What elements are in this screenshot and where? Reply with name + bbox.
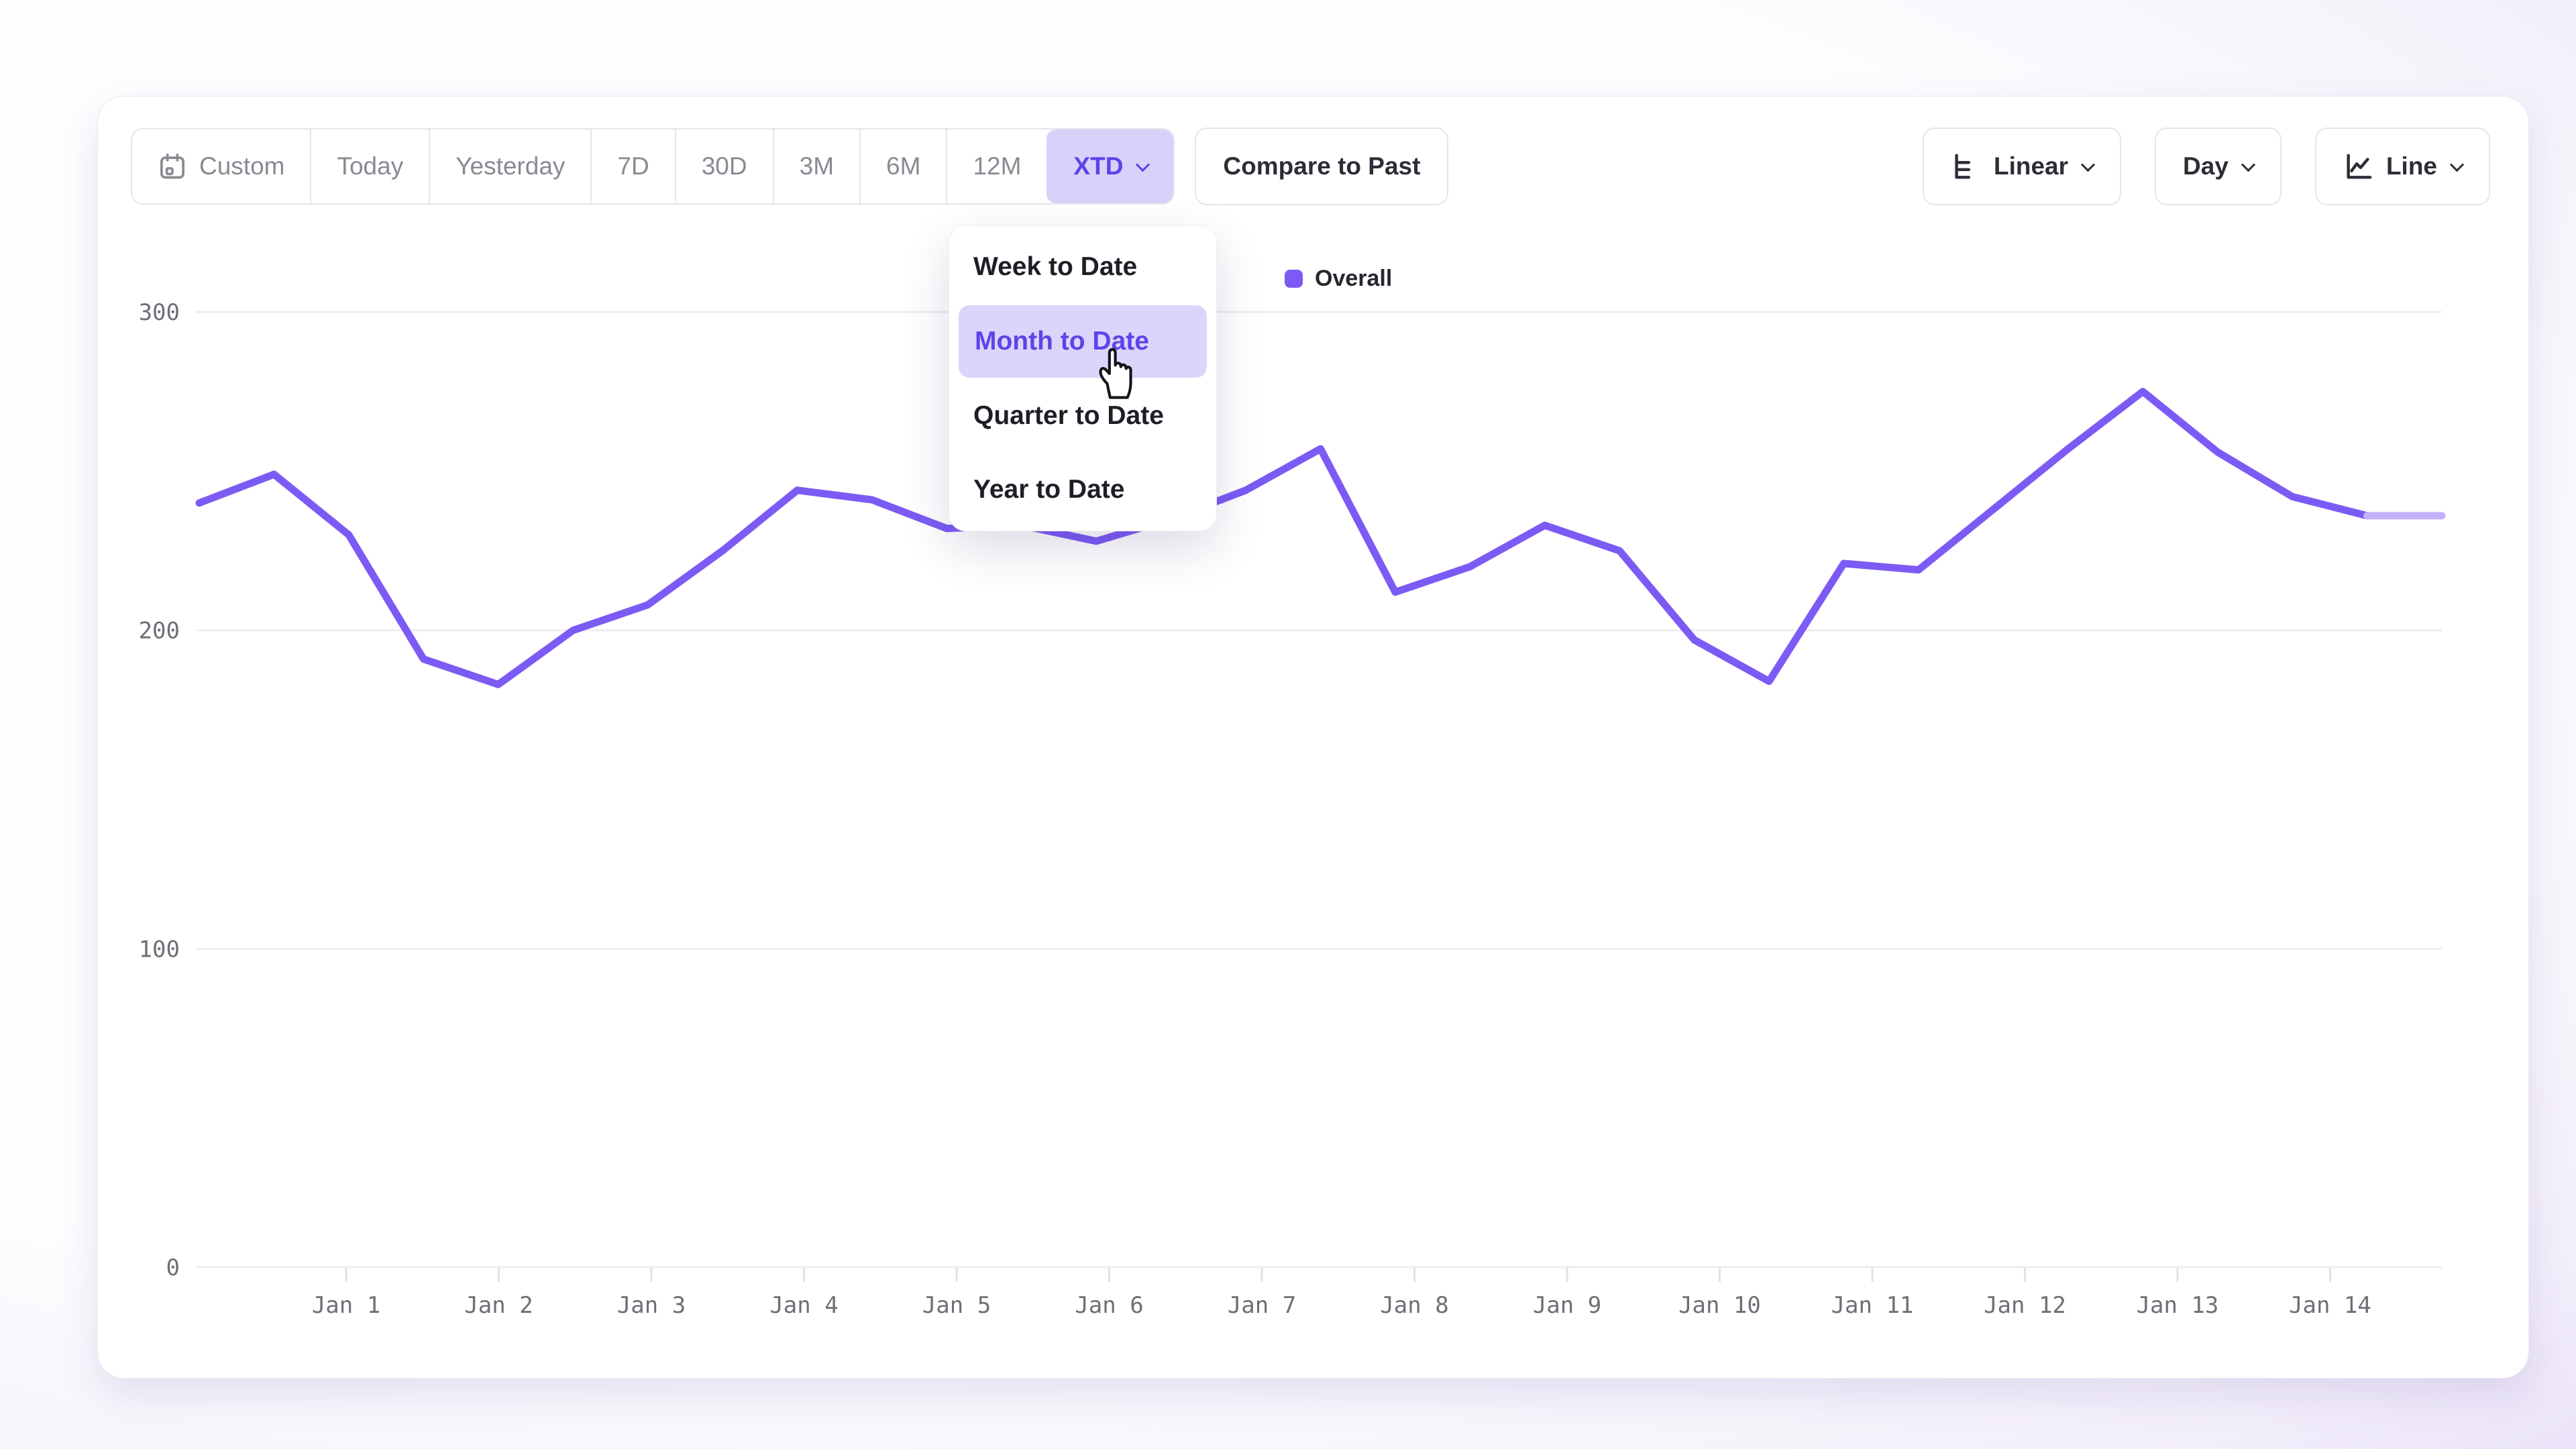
chart-type-select-label: Line [2386,152,2437,180]
xtd-dropdown-menu: Week to Date Month to Date Quarter to Da… [949,225,1217,531]
range-custom[interactable]: Custom [132,129,310,203]
range-6m-label: 6M [886,152,920,180]
granularity-select-button[interactable]: Day [2155,127,2282,205]
svg-text:Jan 9: Jan 9 [1533,1292,1601,1319]
svg-text:200: 200 [139,618,180,645]
range-7d-label: 7D [617,152,649,180]
range-yesterday[interactable]: Yesterday [429,129,590,203]
range-3m-label: 3M [800,152,834,180]
range-3m[interactable]: 3M [773,129,859,203]
svg-text:Jan 8: Jan 8 [1380,1292,1448,1319]
menu-item-year-to-date[interactable]: Year to Date [949,453,1216,527]
legend-swatch [1285,270,1303,288]
view-controls: Linear Day Line [1923,127,2490,205]
chart-type-select-button[interactable]: Line [2315,127,2490,205]
svg-text:Jan 7: Jan 7 [1228,1292,1296,1319]
range-30d[interactable]: 30D [675,129,773,203]
svg-text:Jan 10: Jan 10 [1678,1292,1761,1319]
chevron-down-icon [2450,158,2464,172]
menu-item-month-to-date[interactable]: Month to Date [959,305,1207,378]
linear-scale-icon [1951,151,1982,182]
calendar-icon [158,152,187,181]
menu-item-label: Week to Date [973,252,1137,282]
date-range-segmented-control: Custom Today Yesterday 7D 30D 3M 6M 12M … [131,128,1175,205]
range-12m-label: 12M [973,152,1021,180]
svg-text:300: 300 [139,299,180,326]
compare-to-past-button[interactable]: Compare to Past [1195,127,1448,205]
chevron-down-icon [2241,158,2255,172]
range-6m[interactable]: 6M [859,129,946,203]
svg-text:Jan 2: Jan 2 [464,1292,533,1319]
svg-text:Jan 12: Jan 12 [1984,1292,2066,1319]
range-xtd-label: XTD [1073,152,1123,180]
svg-text:100: 100 [139,936,180,963]
svg-text:Jan 5: Jan 5 [922,1292,991,1319]
compare-to-past-label: Compare to Past [1223,152,1420,180]
toolbar: Custom Today Yesterday 7D 30D 3M 6M 12M … [131,127,2490,205]
scale-select-button[interactable]: Linear [1923,127,2121,205]
range-7d[interactable]: 7D [590,129,674,203]
range-30d-label: 30D [702,152,747,180]
chevron-down-icon [2081,158,2095,172]
range-today-label: Today [337,152,403,180]
chevron-down-icon [1136,158,1150,172]
svg-text:Jan 13: Jan 13 [2137,1292,2219,1319]
range-12m[interactable]: 12M [946,129,1046,203]
legend-label: Overall [1315,266,1392,292]
svg-text:Jan 6: Jan 6 [1075,1292,1143,1319]
menu-item-label: Month to Date [975,327,1149,356]
menu-item-label: Quarter to Date [973,401,1164,431]
menu-item-week-to-date[interactable]: Week to Date [949,230,1216,304]
menu-item-label: Year to Date [973,475,1124,504]
line-chart-icon [2343,151,2374,182]
svg-text:Jan 11: Jan 11 [1831,1292,1914,1319]
svg-text:Jan 1: Jan 1 [312,1292,380,1319]
range-today[interactable]: Today [310,129,429,203]
range-xtd[interactable]: XTD [1046,129,1173,203]
svg-text:Jan 14: Jan 14 [2289,1292,2371,1319]
menu-item-quarter-to-date[interactable]: Quarter to Date [949,379,1216,453]
svg-text:0: 0 [166,1254,180,1281]
chart-legend: Overall [1285,266,1392,292]
range-yesterday-label: Yesterday [455,152,565,180]
svg-text:Jan 3: Jan 3 [617,1292,686,1319]
svg-text:Jan 4: Jan 4 [769,1292,838,1319]
scale-select-label: Linear [1994,152,2068,180]
range-custom-label: Custom [199,152,284,180]
granularity-select-label: Day [2183,152,2229,180]
